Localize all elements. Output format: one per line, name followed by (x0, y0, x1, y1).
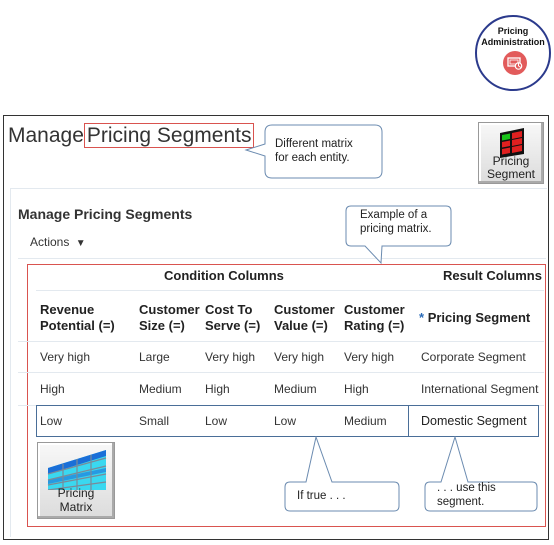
pricing-segment-cell[interactable]: Corporate Segment (421, 350, 526, 364)
table-cell[interactable]: High (40, 382, 65, 396)
table-cell[interactable]: Very high (344, 350, 394, 364)
table-cell[interactable]: High (344, 382, 369, 396)
pricing-segment-button[interactable]: Pricing Segment (478, 122, 544, 184)
highlighted-row (36, 405, 539, 437)
table-cell[interactable]: Medium (139, 382, 182, 396)
callout-matrix: Example of a pricing matrix. (360, 209, 432, 235)
callout-if-true: If true . . . (297, 490, 346, 502)
group-result-columns: Result Columns (443, 268, 542, 283)
divider (36, 290, 544, 291)
page-title: Manage Pricing Segments (8, 123, 255, 148)
divider (18, 372, 544, 373)
required-icon: * (419, 310, 425, 325)
panel-title: Manage Pricing Segments (18, 206, 193, 222)
page-title-highlight: Pricing Segments (83, 123, 255, 148)
divider (18, 258, 546, 259)
caret-down-icon: ▼ (75, 238, 86, 249)
column-header-customer-size[interactable]: Customer Size (=) (139, 302, 200, 334)
callout-if-true-pointer (284, 436, 400, 512)
divider (18, 341, 544, 342)
callout-entity: Different matrix for each entity. (275, 138, 353, 164)
group-condition-columns: Condition Columns (164, 268, 284, 283)
badge-title: Pricing Administration (481, 26, 545, 47)
pricing-matrix-icon (47, 450, 107, 490)
pricing-segment-cell[interactable]: International Segment (421, 382, 538, 396)
table-cell[interactable]: Very high (205, 350, 255, 364)
callout-use-segment: . . . use this segment. (437, 482, 496, 508)
pricing-matrix-button[interactable]: Pricing Matrix (37, 442, 115, 519)
table-cell[interactable]: Very high (274, 350, 324, 364)
table-cell[interactable]: Medium (274, 382, 317, 396)
column-header-customer-value[interactable]: Customer Value (=) (274, 302, 335, 334)
table-cell[interactable]: High (205, 382, 230, 396)
actions-menu[interactable]: Actions ▼ (30, 235, 86, 249)
table-cell[interactable]: Very high (40, 350, 90, 364)
table-cell[interactable]: Large (139, 350, 170, 364)
pricing-administration-badge: Pricing Administration (475, 15, 551, 91)
column-header-pricing-segment[interactable]: * Pricing Segment (419, 310, 530, 326)
pricing-admin-icon (503, 51, 527, 75)
column-header-cost-to-serve[interactable]: Cost To Serve (=) (205, 302, 260, 334)
highlighted-row-split (408, 405, 409, 437)
column-header-customer-rating[interactable]: Customer Rating (=) (344, 302, 405, 334)
column-header-revenue-potential[interactable]: Revenue Potential (=) (40, 302, 115, 334)
